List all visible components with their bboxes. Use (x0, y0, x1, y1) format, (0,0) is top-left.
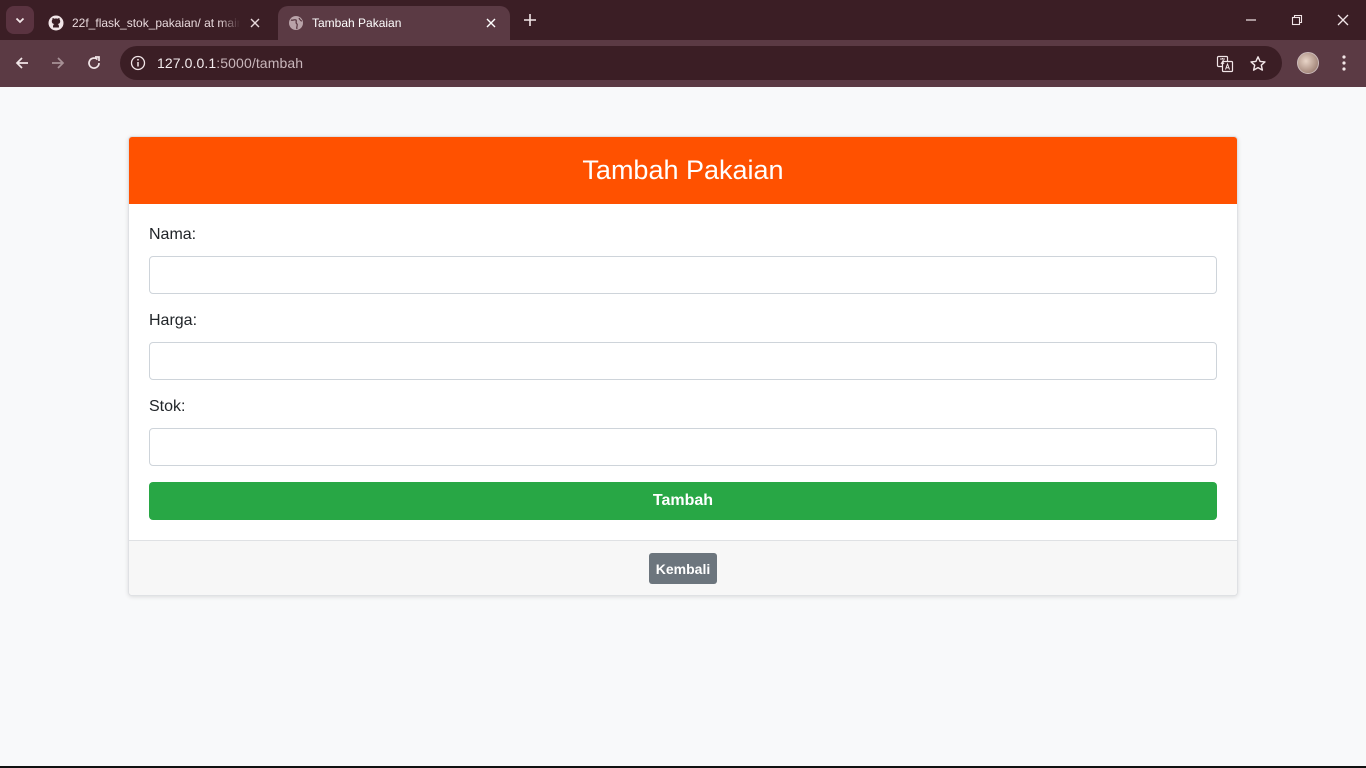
close-icon (1337, 14, 1349, 26)
reload-button[interactable] (79, 48, 109, 78)
harga-input[interactable] (149, 342, 1217, 380)
tab-tambah-pakaian[interactable]: Tambah Pakaian (278, 6, 510, 40)
card-footer: Kembali (129, 540, 1237, 595)
arrow-right-icon (52, 57, 65, 69)
url-path: :5000/tambah (216, 55, 304, 71)
close-icon[interactable] (482, 14, 500, 32)
close-icon[interactable] (246, 14, 264, 32)
card-header: Tambah Pakaian (129, 137, 1237, 204)
stok-input[interactable] (149, 428, 1217, 466)
chevron-down-icon (15, 17, 25, 24)
reload-icon (88, 56, 100, 69)
browser-toolbar: 127.0.0.1:5000/tambah (0, 40, 1366, 87)
kembali-button[interactable]: Kembali (649, 553, 717, 584)
page-viewport: Tambah Pakaian Nama: Harga: Stok: Tambah… (0, 87, 1366, 766)
add-clothing-card: Tambah Pakaian Nama: Harga: Stok: Tambah… (128, 136, 1238, 596)
minimize-button[interactable] (1228, 0, 1274, 40)
github-icon (48, 15, 64, 31)
url-host: 127.0.0.1 (157, 55, 217, 71)
forward-button[interactable] (43, 48, 73, 78)
tab-title: 22f_flask_stok_pakaian/ at main (72, 16, 240, 30)
page-title: Tambah Pakaian (582, 155, 784, 185)
translate-icon[interactable] (1214, 53, 1236, 75)
back-button[interactable] (7, 48, 37, 78)
more-vert-icon (1342, 55, 1346, 71)
arrow-left-icon (15, 57, 28, 69)
browser-menu-button[interactable] (1334, 51, 1354, 75)
browser-tabstrip: 22f_flask_stok_pakaian/ at main Tambah P… (0, 0, 1366, 40)
restore-icon (1291, 14, 1303, 26)
address-bar[interactable]: 127.0.0.1:5000/tambah (120, 46, 1282, 80)
minimize-icon (1246, 19, 1256, 21)
nama-label: Nama: (149, 226, 197, 243)
profile-avatar[interactable] (1297, 52, 1319, 74)
new-tab-button[interactable] (518, 8, 542, 32)
tab-github[interactable]: 22f_flask_stok_pakaian/ at main (38, 6, 274, 40)
close-window-button[interactable] (1320, 0, 1366, 40)
plus-icon (524, 14, 536, 26)
globe-icon (288, 15, 304, 31)
site-info-icon[interactable] (128, 53, 148, 73)
tab-title: Tambah Pakaian (312, 16, 402, 30)
tambah-button[interactable]: Tambah (149, 482, 1217, 520)
nama-input[interactable] (149, 256, 1217, 294)
star-bookmark-icon[interactable] (1247, 53, 1269, 75)
tab-search-button[interactable] (6, 6, 34, 34)
stok-label: Stok: (149, 398, 186, 415)
restore-button[interactable] (1274, 0, 1320, 40)
harga-label: Harga: (149, 312, 198, 329)
url-text: 127.0.0.1:5000/tambah (157, 55, 303, 71)
